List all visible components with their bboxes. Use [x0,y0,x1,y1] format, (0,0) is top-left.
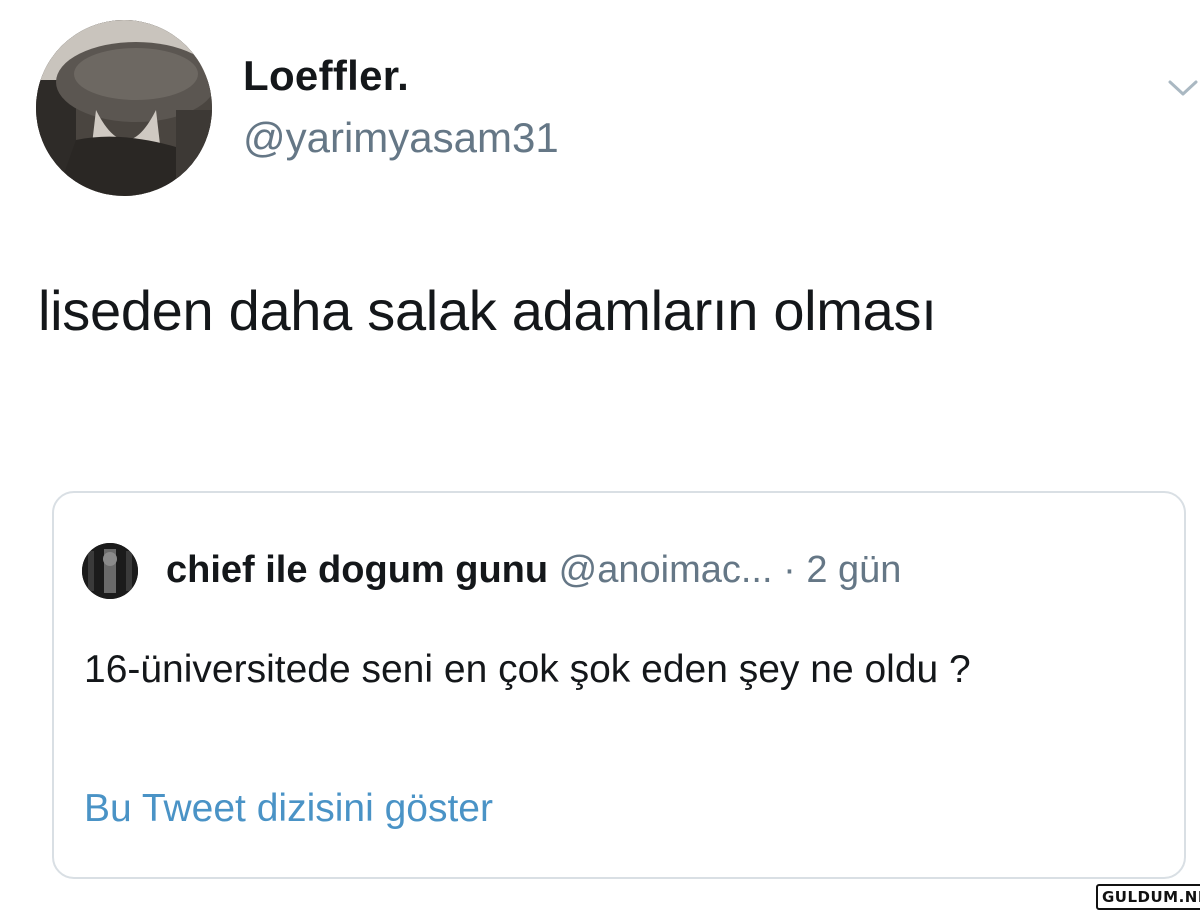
quoted-tweet-header: chief ile dogum gunu @anoimac... · 2 gün [166,549,901,592]
site-watermark: GULDUM.NET [1096,884,1200,910]
quoted-tweet-text: 16-üniversitede seni en çok şok eden şey… [84,648,971,691]
quoted-tweet-time[interactable]: 2 gün [806,549,901,591]
quoted-tweet-card[interactable]: chief ile dogum gunu @anoimac... · 2 gün… [52,491,1186,879]
chevron-down-icon[interactable] [1166,70,1200,104]
author-handle[interactable]: @yarimyasam31 [243,114,559,162]
quoted-author-name[interactable]: chief ile dogum gunu [166,549,548,591]
quoted-author-avatar[interactable] [82,543,138,599]
tweet-text: liseden daha salak adamların olması [38,279,937,342]
show-thread-link[interactable]: Bu Tweet dizisini göster [84,787,493,831]
tweet: Loeffler. @yarimyasam31 liseden daha sal… [0,0,1200,910]
separator-dot: · [783,549,796,591]
quoted-author-handle[interactable]: @anoimac... [559,549,773,591]
author-avatar[interactable] [36,20,212,196]
author-name[interactable]: Loeffler. [243,52,409,100]
